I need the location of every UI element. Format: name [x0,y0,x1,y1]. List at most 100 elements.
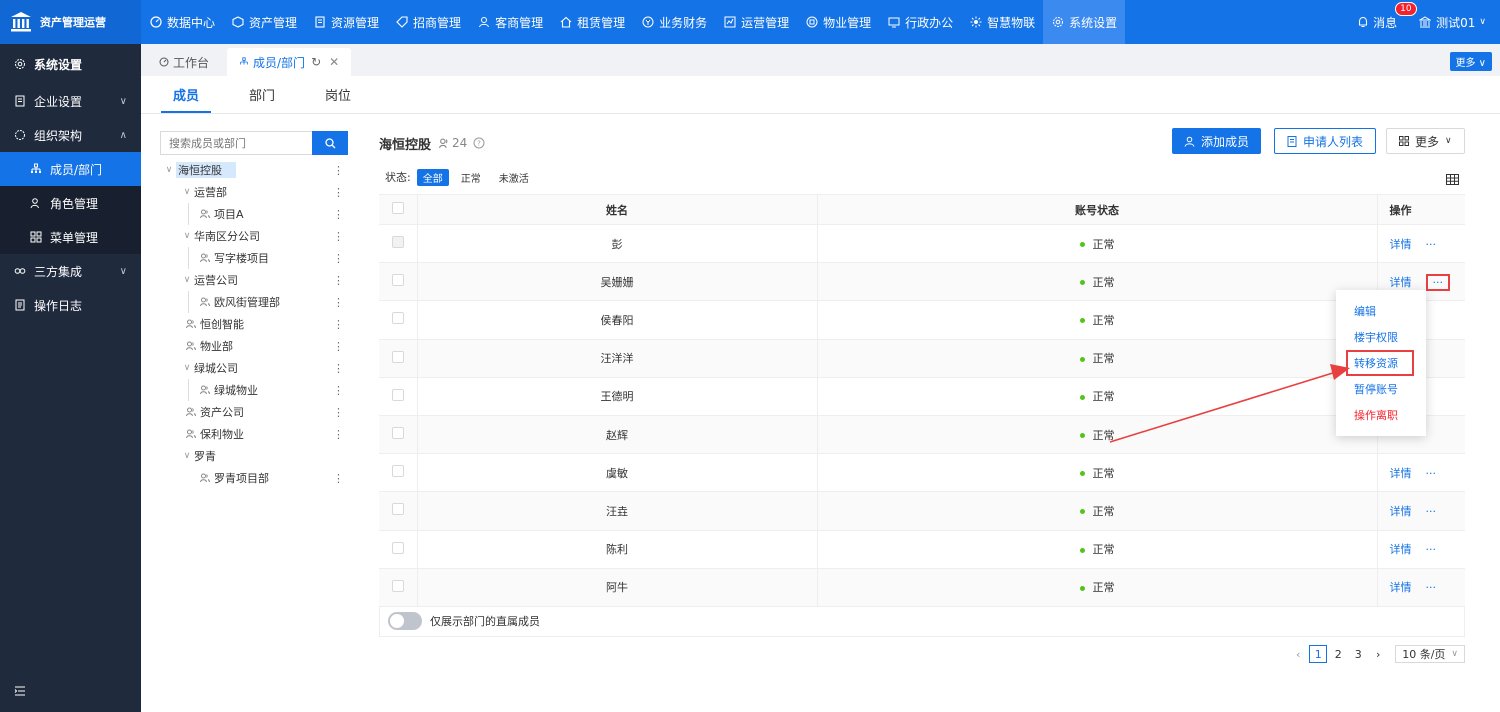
row-checkbox[interactable] [379,339,418,378]
detail-link[interactable]: 详情 [1390,276,1412,289]
more-vertical-icon[interactable]: ⋮ [333,186,344,199]
nav-operation[interactable]: 运营管理 [715,0,797,44]
select-all-checkbox[interactable] [379,194,418,225]
more-vertical-icon[interactable]: ⋮ [333,318,344,331]
sidebar-item-logs[interactable]: 操作日志 [0,288,141,322]
nav-data-center[interactable]: 数据中心 [141,0,223,44]
nav-lease[interactable]: 租赁管理 [551,0,633,44]
page-button[interactable]: 1 [1309,645,1328,663]
menu-item-edit[interactable]: 编辑 [1336,298,1426,324]
tree-node[interactable]: ∨ 罗青 [160,445,348,467]
row-checkbox[interactable] [379,568,418,607]
more-vertical-icon[interactable]: ⋮ [333,208,344,221]
subtab-members[interactable]: 成员 [161,76,212,113]
row-checkbox[interactable] [379,415,418,455]
prev-page-button[interactable]: ‹ [1289,645,1307,663]
help-icon[interactable]: ? [473,137,485,149]
nav-iot[interactable]: 智慧物联 [961,0,1043,44]
row-checkbox[interactable] [379,377,418,416]
sidebar-item-enterprise[interactable]: 企业设置 ∨ [0,84,141,118]
sidebar-item-menus[interactable]: 菜单管理 [0,220,141,254]
table-row[interactable]: 王德明 正常 [379,377,1465,416]
row-checkbox[interactable] [379,453,418,493]
nav-office[interactable]: 行政办公 [879,0,961,44]
subtab-departments[interactable]: 部门 [237,76,287,113]
table-row[interactable]: 吴姗姗 正常 详情 ··· [379,262,1465,302]
sidebar-item-roles[interactable]: 角色管理 [0,186,141,220]
menu-item-transfer-resources[interactable]: 转移资源 [1346,350,1414,376]
row-checkbox[interactable] [379,491,418,531]
tree-node[interactable]: ∨ 运营公司 ⋮ [160,269,348,291]
nav-system-settings[interactable]: 系统设置 [1043,0,1126,44]
menu-collapse-icon[interactable] [14,685,26,700]
direct-members-switch[interactable] [388,612,422,631]
menu-item-building-permission[interactable]: 楼宇权限 [1336,324,1426,350]
messages-button[interactable]: 消息 10 [1357,1,1417,31]
tree-node[interactable]: ∨ 运营部 ⋮ [160,181,348,203]
tabs-more-button[interactable]: 更多 ∨ [1449,52,1492,71]
more-actions-button[interactable]: ··· [1426,543,1437,556]
nav-customer[interactable]: 客商管理 [469,0,551,44]
detail-link[interactable]: 详情 [1390,543,1412,556]
subtab-positions[interactable]: 岗位 [313,76,363,113]
filter-all[interactable]: 全部 [416,168,449,186]
tree-node[interactable]: 罗青项目部 ⋮ [160,467,348,489]
table-row[interactable]: 赵辉 正常 [379,415,1465,455]
tree-node[interactable]: 资产公司 ⋮ [160,401,348,423]
add-member-button[interactable]: 添加成员 [1172,128,1262,154]
sidebar-item-integration[interactable]: 三方集成 ∨ [0,254,141,288]
filter-inactive[interactable]: 未激活 [493,169,535,186]
menu-item-suspend-account[interactable]: 暂停账号 [1336,376,1426,402]
detail-link[interactable]: 详情 [1390,467,1412,480]
detail-link[interactable]: 详情 [1390,238,1412,251]
tree-node[interactable]: ∨ 海恒控股 ⋮ [160,159,348,181]
more-actions-button[interactable]: ··· [1426,467,1437,480]
tree-search-input[interactable] [160,131,312,155]
sidebar-item-organization[interactable]: 组织架构 ∧ [0,118,141,152]
row-checkbox[interactable] [379,530,418,569]
tree-node[interactable]: ∨ 华南区分公司 ⋮ [160,225,348,247]
more-vertical-icon[interactable]: ⋮ [333,274,344,287]
applicant-list-button[interactable]: 申请人列表 [1274,128,1377,154]
nav-resource[interactable]: 资源管理 [305,0,387,44]
more-actions-button[interactable]: ··· [1426,238,1437,251]
sidebar-item-members[interactable]: 成员/部门 [0,152,141,186]
page-button[interactable]: 2 [1329,645,1347,663]
row-checkbox[interactable] [379,300,418,340]
table-row[interactable]: 侯春阳 正常 [379,300,1465,340]
tab-workbench[interactable]: 工作台 [147,48,222,76]
table-row[interactable]: 汪垚 正常 详情 ··· [379,491,1465,531]
tree-node[interactable]: 恒创智能 ⋮ [160,313,348,335]
detail-link[interactable]: 详情 [1390,581,1412,594]
next-page-button[interactable]: › [1369,645,1387,663]
tab-members-departments[interactable]: 成员/部门 ↻ ✕ [227,48,352,76]
more-vertical-icon[interactable]: ⋮ [333,406,344,419]
tree-node[interactable]: 物业部 ⋮ [160,335,348,357]
detail-link[interactable]: 详情 [1390,505,1412,518]
more-actions-button[interactable]: ··· [1426,505,1437,518]
row-checkbox[interactable] [379,262,418,302]
more-vertical-icon[interactable]: ⋮ [333,164,344,177]
more-actions-button[interactable]: ··· [1425,273,1450,291]
nav-finance[interactable]: 业务财务 [633,0,715,44]
page-button[interactable]: 3 [1349,645,1367,663]
table-row[interactable]: 阿牛 正常 详情 ··· [379,568,1465,607]
table-row[interactable]: 陈利 正常 详情 ··· [379,530,1465,569]
nav-property[interactable]: 物业管理 [797,0,879,44]
content-more-button[interactable]: 更多 ∨ [1386,128,1465,154]
refresh-icon[interactable]: ↻ [311,55,321,69]
user-menu[interactable]: 测试01 ∨ [1419,14,1486,31]
tree-node[interactable]: 项目A ⋮ [160,203,348,225]
more-vertical-icon[interactable]: ⋮ [333,296,344,309]
menu-item-resign[interactable]: 操作离职 [1336,402,1426,428]
more-actions-button[interactable]: ··· [1426,581,1437,594]
nav-investment[interactable]: 招商管理 [387,0,469,44]
tree-node[interactable]: ∨ 绿城公司 ⋮ [160,357,348,379]
tree-node[interactable]: 写字楼项目 ⋮ [160,247,348,269]
more-vertical-icon[interactable]: ⋮ [333,230,344,243]
row-checkbox[interactable] [379,224,418,264]
more-vertical-icon[interactable]: ⋮ [333,384,344,397]
tree-search-button[interactable] [312,131,348,155]
table-row[interactable]: 彭正常 详情 ··· [379,224,1465,264]
more-vertical-icon[interactable]: ⋮ [333,428,344,441]
